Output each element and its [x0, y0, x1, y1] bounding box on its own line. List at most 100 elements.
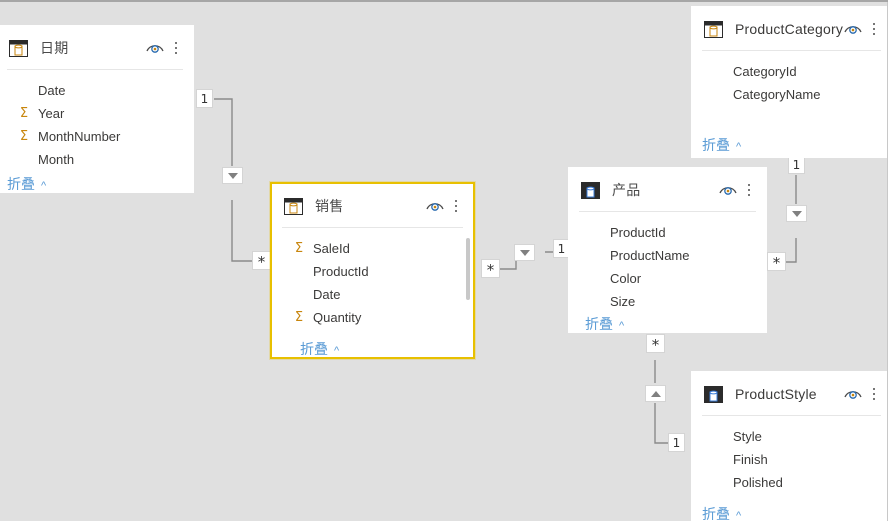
table-card-header-productstyle[interactable]: ProductStyle: [692, 372, 888, 416]
table-icon: [581, 182, 600, 199]
field-row[interactable]: Σ ProductId: [569, 221, 766, 244]
chevron-up-icon: ^: [619, 320, 624, 332]
aggregate-sigma-icon: Σ: [589, 272, 603, 285]
collapse-toggle-product[interactable]: 折叠 ^: [585, 314, 624, 333]
table-card-header-date[interactable]: 日期: [0, 26, 193, 70]
field-row[interactable]: Σ Quantity: [272, 306, 473, 329]
field-row[interactable]: Σ Date: [0, 79, 193, 102]
more-options-icon[interactable]: [742, 181, 756, 199]
cardinality-badge-many-sales-product[interactable]: *: [481, 259, 500, 278]
field-row[interactable]: Σ ProductId: [272, 260, 473, 283]
aggregate-sigma-icon: Σ: [712, 430, 726, 443]
field-name: Date: [313, 287, 340, 302]
collapse-toggle-productcategory[interactable]: 折叠 ^: [702, 135, 741, 155]
cross-filter-arrow-sales-product[interactable]: [514, 244, 535, 261]
chevron-up-icon: ^: [41, 180, 46, 192]
field-row[interactable]: Σ Polished: [692, 471, 888, 494]
table-title-sales: 销售: [315, 196, 425, 216]
table-card-productcategory[interactable]: ProductCategory Σ CategoryId Σ: [691, 6, 888, 158]
field-name: Date: [38, 83, 65, 98]
field-name: Year: [38, 106, 64, 121]
collapse-toggle-productstyle[interactable]: 折叠 ^: [702, 504, 741, 521]
more-options-icon[interactable]: [449, 197, 463, 215]
aggregate-sigma-icon: Σ: [292, 265, 306, 278]
field-name: Month: [38, 152, 74, 167]
table-title-productcategory: ProductCategory: [735, 21, 843, 37]
cardinality-badge-many-sales[interactable]: *: [252, 251, 271, 270]
field-list-scrollbar[interactable]: [466, 238, 470, 300]
field-name: Style: [733, 429, 762, 444]
collapse-label: 折叠: [585, 314, 613, 333]
field-name: Polished: [733, 475, 783, 490]
table-title-date: 日期: [40, 38, 145, 58]
field-row[interactable]: Σ Finish: [692, 448, 888, 471]
aggregate-sigma-icon: Σ: [292, 242, 306, 255]
field-row[interactable]: Σ SaleId: [272, 237, 473, 260]
aggregate-sigma-icon: Σ: [292, 288, 306, 301]
table-card-productstyle[interactable]: ProductStyle Σ Style Σ Finis: [691, 371, 888, 521]
chevron-up-icon: ^: [736, 141, 741, 153]
collapse-label: 折叠: [7, 174, 35, 193]
table-card-header-productcategory[interactable]: ProductCategory: [692, 7, 888, 51]
cross-filter-arrow-productcategory-product[interactable]: [786, 205, 807, 222]
hide-eye-icon[interactable]: [425, 198, 445, 214]
cross-filter-arrow-product-productstyle[interactable]: [645, 385, 666, 402]
field-row[interactable]: Σ CategoryId: [692, 60, 888, 83]
field-row[interactable]: Σ MonthNumber: [0, 125, 193, 148]
hide-eye-icon[interactable]: [843, 21, 863, 37]
table-card-sales[interactable]: 销售 Σ SaleId Σ ProductId: [270, 182, 475, 359]
field-list-productstyle: Σ Style Σ Finish Σ Polished: [692, 416, 888, 494]
canvas-top-border: [0, 0, 888, 2]
table-title-productstyle: ProductStyle: [735, 386, 843, 402]
table-card-header-product[interactable]: 产品: [569, 168, 766, 212]
cardinality-badge-one-productstyle[interactable]: 1: [668, 433, 685, 452]
more-options-icon[interactable]: [867, 20, 881, 38]
collapse-label: 折叠: [702, 135, 730, 155]
field-row[interactable]: Σ Color: [569, 267, 766, 290]
chevron-up-icon: ^: [334, 345, 339, 357]
collapse-toggle-sales[interactable]: 折叠 ^: [300, 339, 339, 359]
more-options-icon[interactable]: [867, 385, 881, 403]
field-name: Color: [610, 271, 641, 286]
cardinality-badge-many-product-category[interactable]: *: [767, 252, 786, 271]
field-name: CategoryName: [733, 87, 820, 102]
cross-filter-arrow-date-sales[interactable]: [222, 167, 243, 184]
field-row[interactable]: Σ ProductName: [569, 244, 766, 267]
table-card-product[interactable]: 产品 Σ ProductId Σ ProductName: [568, 167, 767, 333]
table-icon: [704, 386, 723, 403]
hide-eye-icon[interactable]: [145, 40, 165, 56]
field-row[interactable]: Σ Date: [272, 283, 473, 306]
field-name: SaleId: [313, 241, 350, 256]
hide-eye-icon[interactable]: [718, 182, 738, 198]
field-row[interactable]: Σ Month: [0, 148, 193, 171]
aggregate-sigma-icon: Σ: [589, 249, 603, 262]
field-row[interactable]: Σ CategoryName: [692, 83, 888, 106]
field-list-productcategory: Σ CategoryId Σ CategoryName: [692, 51, 888, 106]
cardinality-badge-one-date[interactable]: 1: [196, 89, 213, 108]
table-icon: [9, 40, 28, 57]
hide-eye-icon[interactable]: [843, 386, 863, 402]
field-list-product: Σ ProductId Σ ProductName Σ Color Σ Size: [569, 212, 766, 313]
field-name: ProductId: [313, 264, 369, 279]
cardinality-badge-many-product-style[interactable]: *: [646, 334, 665, 353]
table-card-date[interactable]: 日期 Σ Date Σ Year: [0, 25, 194, 193]
aggregate-sigma-icon: Σ: [712, 88, 726, 101]
collapse-toggle-date[interactable]: 折叠 ^: [7, 174, 46, 193]
field-row[interactable]: Σ Style: [692, 425, 888, 448]
aggregate-sigma-icon: Σ: [712, 453, 726, 466]
table-title-product: 产品: [612, 180, 718, 200]
aggregate-sigma-icon: Σ: [589, 226, 603, 239]
chevron-up-icon: ^: [736, 510, 741, 521]
aggregate-sigma-icon: Σ: [17, 153, 31, 166]
table-icon: [284, 198, 303, 215]
more-options-icon[interactable]: [169, 39, 183, 57]
field-row[interactable]: Σ Year: [0, 102, 193, 125]
field-name: MonthNumber: [38, 129, 120, 144]
field-row[interactable]: Σ Size: [569, 290, 766, 313]
collapse-label: 折叠: [702, 504, 730, 521]
model-view-canvas[interactable]: 1 * * 1 1 * * 1 日期: [0, 0, 888, 521]
field-name: ProductName: [610, 248, 689, 263]
aggregate-sigma-icon: Σ: [712, 65, 726, 78]
table-card-header-sales[interactable]: 销售: [272, 184, 473, 228]
aggregate-sigma-icon: Σ: [292, 311, 306, 324]
